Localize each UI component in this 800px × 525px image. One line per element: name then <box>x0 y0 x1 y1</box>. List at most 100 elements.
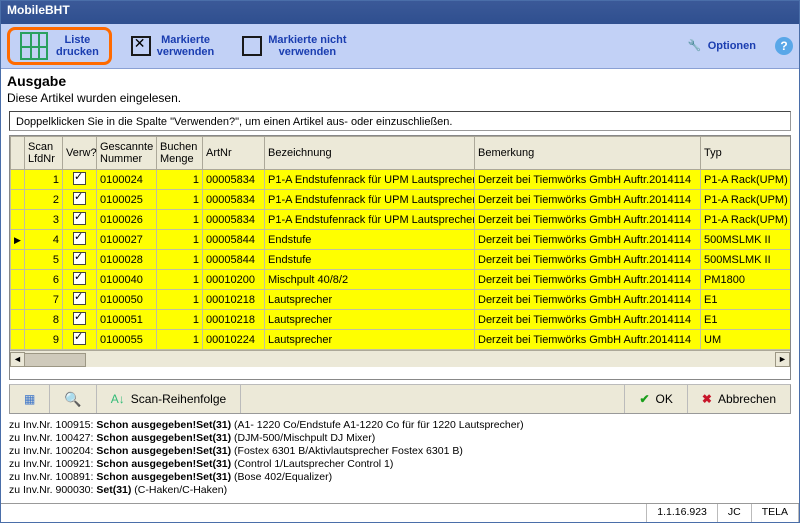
cell-verw[interactable] <box>63 290 97 310</box>
cell-typ: 500MSLMK II <box>701 250 791 270</box>
cell-bez: P1-A Endstufenrack für UPM Lautsprecher <box>265 210 475 230</box>
log-line: zu Inv.Nr. 100427: Schon ausgegeben!Set(… <box>9 432 791 445</box>
grid-header[interactable]: Scan LfdNr Verw? Gescannte Nummer Buchen… <box>11 137 791 170</box>
cell-typ: PM1800 <box>701 270 791 290</box>
skip-marked-button[interactable]: Markierte nicht verwenden <box>233 29 355 63</box>
cell-typ: P1-A Rack(UPM) <box>701 170 791 190</box>
horizontal-scrollbar[interactable]: ◄ ► <box>10 350 790 367</box>
cell-buch: 1 <box>157 170 203 190</box>
scroll-thumb[interactable] <box>24 353 86 367</box>
sort-icon: A↓ <box>111 392 125 406</box>
titlebar: MobileBHT <box>1 1 799 24</box>
cell-buch: 1 <box>157 250 203 270</box>
cell-bem: Derzeit bei Tiemwörks GmbH Auftr.2014114 <box>475 310 701 330</box>
row-indicator <box>11 290 25 310</box>
grid-view-icon: ▦ <box>24 392 35 406</box>
col-artnr[interactable]: ArtNr <box>203 137 265 170</box>
options-label: Optionen <box>708 40 756 52</box>
toolbar: Liste drucken Markierte verwenden Markie… <box>1 24 799 69</box>
table-row[interactable]: 70100050100010218LautsprecherDerzeit bei… <box>11 290 791 310</box>
row-indicator <box>11 270 25 290</box>
scroll-right-icon[interactable]: ► <box>775 352 790 367</box>
cell-typ: 500MSLMK II <box>701 230 791 250</box>
table-row[interactable]: 30100026100005834P1-A Endstufenrack für … <box>11 210 791 230</box>
col-bem[interactable]: Bemerkung <box>475 137 701 170</box>
cell-verw[interactable] <box>63 230 97 250</box>
use-marked-button[interactable]: Markierte verwenden <box>122 29 223 63</box>
cell-bem: Derzeit bei Tiemwörks GmbH Auftr.2014114 <box>475 230 701 250</box>
cell-gesc: 0100040 <box>97 270 157 290</box>
col-verw[interactable]: Verw? <box>63 137 97 170</box>
cell-bez: P1-A Endstufenrack für UPM Lautsprecher <box>265 190 475 210</box>
scan-order-label: Scan-Reihenfolge <box>131 392 226 406</box>
cell-verw[interactable] <box>63 190 97 210</box>
checkbox-icon[interactable] <box>73 292 86 305</box>
checkbox-icon[interactable] <box>73 232 86 245</box>
table-row[interactable]: 10100024100005834P1-A Endstufenrack für … <box>11 170 791 190</box>
cell-verw[interactable] <box>63 330 97 350</box>
log-line: zu Inv.Nr. 900030: Set(31) (C-Haken/C-Ha… <box>9 484 791 497</box>
col-gesc[interactable]: Gescannte Nummer <box>97 137 157 170</box>
section-desc: Diese Artikel wurden eingelesen. <box>1 89 799 109</box>
checkbox-icon[interactable] <box>73 312 86 325</box>
print-list-button[interactable]: Liste drucken <box>7 27 112 65</box>
col-buch[interactable]: Buchen Menge <box>157 137 203 170</box>
cell-bem: Derzeit bei Tiemwörks GmbH Auftr.2014114 <box>475 210 701 230</box>
article-grid[interactable]: Scan LfdNr Verw? Gescannte Nummer Buchen… <box>9 135 791 380</box>
cell-bem: Derzeit bei Tiemwörks GmbH Auftr.2014114 <box>475 290 701 310</box>
section-heading: Ausgabe <box>1 69 799 89</box>
cell-verw[interactable] <box>63 310 97 330</box>
col-typ[interactable]: Typ <box>701 137 791 170</box>
cell-gesc: 0100027 <box>97 230 157 250</box>
row-indicator <box>11 170 25 190</box>
col-bez[interactable]: Bezeichnung <box>265 137 475 170</box>
table-row[interactable]: 60100040100010200Mischpult 40/8/2Derzeit… <box>11 270 791 290</box>
cell-verw[interactable] <box>63 250 97 270</box>
cell-scan: 7 <box>25 290 63 310</box>
cell-typ: E1 <box>701 310 791 330</box>
status-db: TELA <box>752 504 799 522</box>
checkbox-icon[interactable] <box>73 212 86 225</box>
table-row[interactable]: 80100051100010218LautsprecherDerzeit bei… <box>11 310 791 330</box>
ok-button[interactable]: ✔ OK <box>625 385 687 413</box>
scroll-left-icon[interactable]: ◄ <box>10 352 25 367</box>
checkbox-icon[interactable] <box>73 192 86 205</box>
row-indicator <box>11 210 25 230</box>
cell-scan: 8 <box>25 310 63 330</box>
col-scan[interactable]: Scan LfdNr <box>25 137 63 170</box>
cell-artnr: 00005844 <box>203 230 265 250</box>
cell-bez: Lautsprecher <box>265 310 475 330</box>
cell-gesc: 0100055 <box>97 330 157 350</box>
log-line: zu Inv.Nr. 100921: Schon ausgegeben!Set(… <box>9 458 791 471</box>
cancel-button[interactable]: ✖ Abbrechen <box>688 385 790 413</box>
cell-scan: 3 <box>25 210 63 230</box>
cancel-icon: ✖ <box>702 392 712 406</box>
cell-bez: Lautsprecher <box>265 330 475 350</box>
grid-icon <box>20 32 48 60</box>
help-button[interactable]: ? <box>775 37 793 55</box>
search-button[interactable]: 🔍 <box>50 385 96 413</box>
log-line: zu Inv.Nr. 100204: Schon ausgegeben!Set(… <box>9 445 791 458</box>
table-row[interactable]: 90100055100010224LautsprecherDerzeit bei… <box>11 330 791 350</box>
cell-verw[interactable] <box>63 270 97 290</box>
col-rowselector[interactable] <box>11 137 25 170</box>
hint-box: Doppelklicken Sie in die Spalte "Verwend… <box>9 111 791 131</box>
cell-verw[interactable] <box>63 170 97 190</box>
checkbox-icon[interactable] <box>73 332 86 345</box>
cell-bem: Derzeit bei Tiemwörks GmbH Auftr.2014114 <box>475 170 701 190</box>
grid-view-button[interactable]: ▦ <box>10 385 50 413</box>
checkbox-icon[interactable] <box>73 252 86 265</box>
options-button[interactable]: 🔧 Optionen <box>679 34 765 58</box>
table-row[interactable]: ▶40100027100005844EndstufeDerzeit bei Ti… <box>11 230 791 250</box>
cell-verw[interactable] <box>63 210 97 230</box>
scan-order-button[interactable]: A↓ Scan-Reihenfolge <box>97 385 241 413</box>
row-indicator <box>11 250 25 270</box>
skip-line2: verwenden <box>268 46 346 58</box>
table-row[interactable]: 50100028100005844EndstufeDerzeit bei Tie… <box>11 250 791 270</box>
action-bar: ▦ 🔍 A↓ Scan-Reihenfolge ✔ OK ✖ Abbrechen <box>9 384 791 414</box>
cell-bez: P1-A Endstufenrack für UPM Lautsprecher <box>265 170 475 190</box>
table-row[interactable]: 20100025100005834P1-A Endstufenrack für … <box>11 190 791 210</box>
checkbox-icon[interactable] <box>73 272 86 285</box>
cell-bez: Lautsprecher <box>265 290 475 310</box>
checkbox-icon[interactable] <box>73 172 86 185</box>
